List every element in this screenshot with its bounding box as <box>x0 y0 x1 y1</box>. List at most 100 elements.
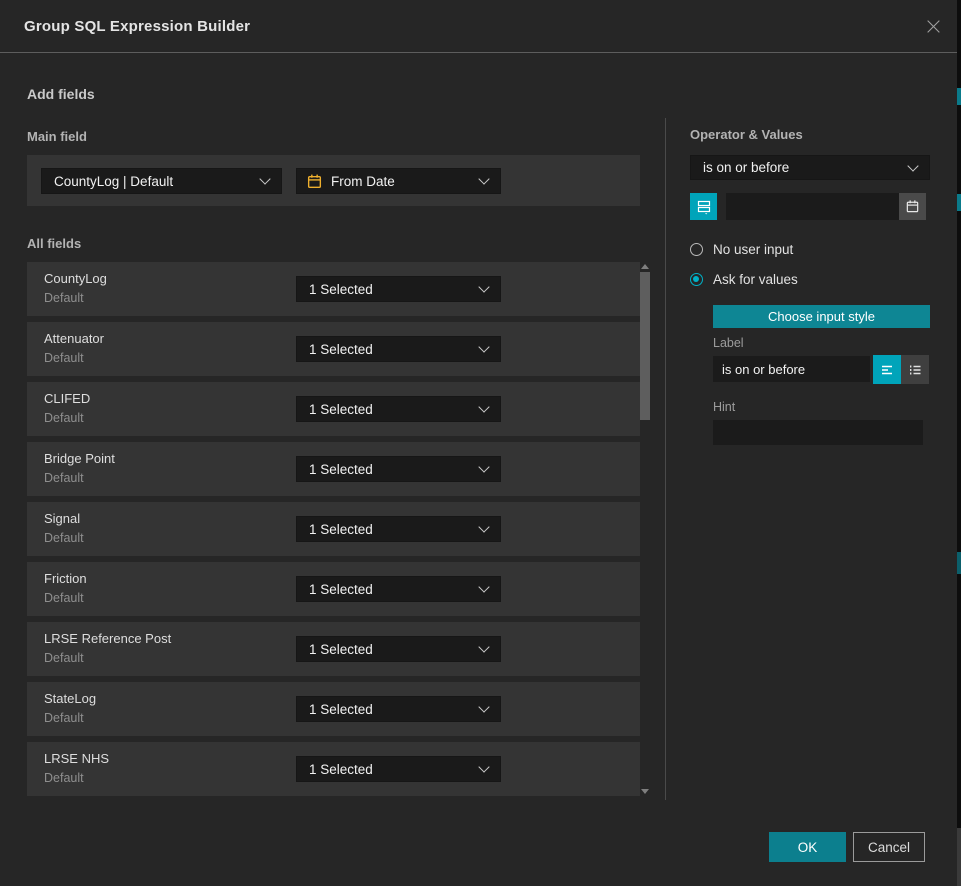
field-sublabel: Default <box>44 591 84 605</box>
all-fields-list: CountyLog Default 1 Selected Attenuator … <box>27 262 650 796</box>
field-values-select[interactable]: 1 Selected <box>296 756 501 782</box>
field-row: Signal Default 1 Selected <box>27 502 640 556</box>
field-name: LRSE Reference Post <box>44 631 171 646</box>
field-values-select-value: 1 Selected <box>309 522 373 537</box>
panel-divider <box>665 118 666 800</box>
layer-select[interactable]: CountyLog | Default <box>41 168 282 194</box>
dialog-title: Group SQL Expression Builder <box>0 18 250 35</box>
field-name: LRSE NHS <box>44 751 109 766</box>
chevron-down-icon <box>259 173 270 184</box>
field-name: StateLog <box>44 691 96 706</box>
calendar-icon <box>306 173 323 190</box>
chevron-down-icon <box>478 581 489 592</box>
field-sublabel: Default <box>44 411 84 425</box>
field-row: Attenuator Default 1 Selected <box>27 322 640 376</box>
main-field-strip: CountyLog | Default From Date <box>27 155 640 206</box>
single-line-style-button[interactable] <box>873 355 901 384</box>
chevron-down-icon <box>478 701 489 712</box>
date-value-field <box>726 193 926 220</box>
calendar-icon <box>905 199 920 214</box>
radio-label: Ask for values <box>713 272 798 287</box>
field-sublabel: Default <box>44 651 84 665</box>
chevron-down-icon <box>907 160 918 171</box>
field-values-select[interactable]: 1 Selected <box>296 456 501 482</box>
list-values-icon <box>696 199 712 215</box>
field-row: CLIFED Default 1 Selected <box>27 382 640 436</box>
list-style-button[interactable] <box>901 355 929 384</box>
field-values-select[interactable]: 1 Selected <box>296 516 501 542</box>
field-row: LRSE NHS Default 1 Selected <box>27 742 640 796</box>
main-field-select[interactable]: From Date <box>296 168 501 194</box>
chevron-down-icon <box>478 761 489 772</box>
hint-input[interactable] <box>713 420 923 445</box>
field-name: Friction <box>44 571 87 586</box>
layer-select-value: CountyLog | Default <box>54 174 173 189</box>
operator-select-value: is on or before <box>703 160 789 175</box>
field-name: CLIFED <box>44 391 90 406</box>
date-picker-button[interactable] <box>899 193 926 220</box>
add-fields-heading: Add fields <box>27 86 95 102</box>
field-values-select[interactable]: 1 Selected <box>296 696 501 722</box>
field-values-select[interactable]: 1 Selected <box>296 336 501 362</box>
field-values-select[interactable]: 1 Selected <box>296 636 501 662</box>
all-fields-rows: CountyLog Default 1 Selected Attenuator … <box>27 262 650 796</box>
chevron-down-icon <box>478 461 489 472</box>
field-sublabel: Default <box>44 291 84 305</box>
field-sublabel: Default <box>44 531 84 545</box>
field-values-select-value: 1 Selected <box>309 282 373 297</box>
field-row: Friction Default 1 Selected <box>27 562 640 616</box>
field-values-select-value: 1 Selected <box>309 702 373 717</box>
group-sql-expression-builder-dialog: Group SQL Expression Builder Add fields … <box>0 0 957 886</box>
radio-ask-for-values[interactable]: Ask for values <box>690 272 798 287</box>
main-field-select-value: From Date <box>331 174 395 189</box>
chevron-down-icon <box>478 173 489 184</box>
scrollbar-thumb[interactable] <box>640 272 650 420</box>
field-name: CountyLog <box>44 271 107 286</box>
field-values-select[interactable]: 1 Selected <box>296 396 501 422</box>
label-input[interactable] <box>713 356 870 382</box>
field-sublabel: Default <box>44 471 84 485</box>
main-field-label: Main field <box>27 129 87 144</box>
align-left-lines-icon <box>879 362 895 378</box>
unique-values-button[interactable] <box>690 193 717 220</box>
scrollbar-up-arrow-icon[interactable] <box>641 264 649 269</box>
chevron-down-icon <box>478 281 489 292</box>
field-name: Attenuator <box>44 331 104 346</box>
chevron-down-icon <box>478 341 489 352</box>
field-row: Bridge Point Default 1 Selected <box>27 442 640 496</box>
field-values-select-value: 1 Selected <box>309 582 373 597</box>
bullet-list-icon <box>907 362 923 378</box>
radio-no-user-input[interactable]: No user input <box>690 242 798 257</box>
list-scrollbar[interactable] <box>640 262 650 796</box>
field-values-select[interactable]: 1 Selected <box>296 576 501 602</box>
edge-accent-segment <box>957 88 961 105</box>
field-row: CountyLog Default 1 Selected <box>27 262 640 316</box>
field-row: StateLog Default 1 Selected <box>27 682 640 736</box>
close-icon[interactable] <box>924 17 943 36</box>
field-values-select-value: 1 Selected <box>309 462 373 477</box>
ok-button[interactable]: OK <box>769 832 846 862</box>
date-value-input[interactable] <box>726 193 894 220</box>
hint-field-label: Hint <box>713 400 735 414</box>
radio-label: No user input <box>713 242 793 257</box>
edge-gray-segment <box>957 828 961 886</box>
dialog-titlebar: Group SQL Expression Builder <box>0 0 957 53</box>
field-values-select[interactable]: 1 Selected <box>296 276 501 302</box>
operator-select[interactable]: is on or before <box>690 155 930 180</box>
field-name: Signal <box>44 511 80 526</box>
field-sublabel: Default <box>44 351 84 365</box>
edge-accent-segment <box>957 194 961 211</box>
scrollbar-down-arrow-icon[interactable] <box>641 789 649 794</box>
field-sublabel: Default <box>44 711 84 725</box>
chevron-down-icon <box>478 401 489 412</box>
cancel-button[interactable]: Cancel <box>853 832 925 862</box>
radio-icon <box>690 243 703 256</box>
user-input-radio-group: No user input Ask for values <box>690 242 798 302</box>
field-sublabel: Default <box>44 771 84 785</box>
chevron-down-icon <box>478 641 489 652</box>
choose-input-style-button[interactable]: Choose input style <box>713 305 930 328</box>
radio-icon <box>690 273 703 286</box>
background-app-edge <box>957 0 961 886</box>
field-values-select-value: 1 Selected <box>309 762 373 777</box>
field-row: LRSE Reference Post Default 1 Selected <box>27 622 640 676</box>
